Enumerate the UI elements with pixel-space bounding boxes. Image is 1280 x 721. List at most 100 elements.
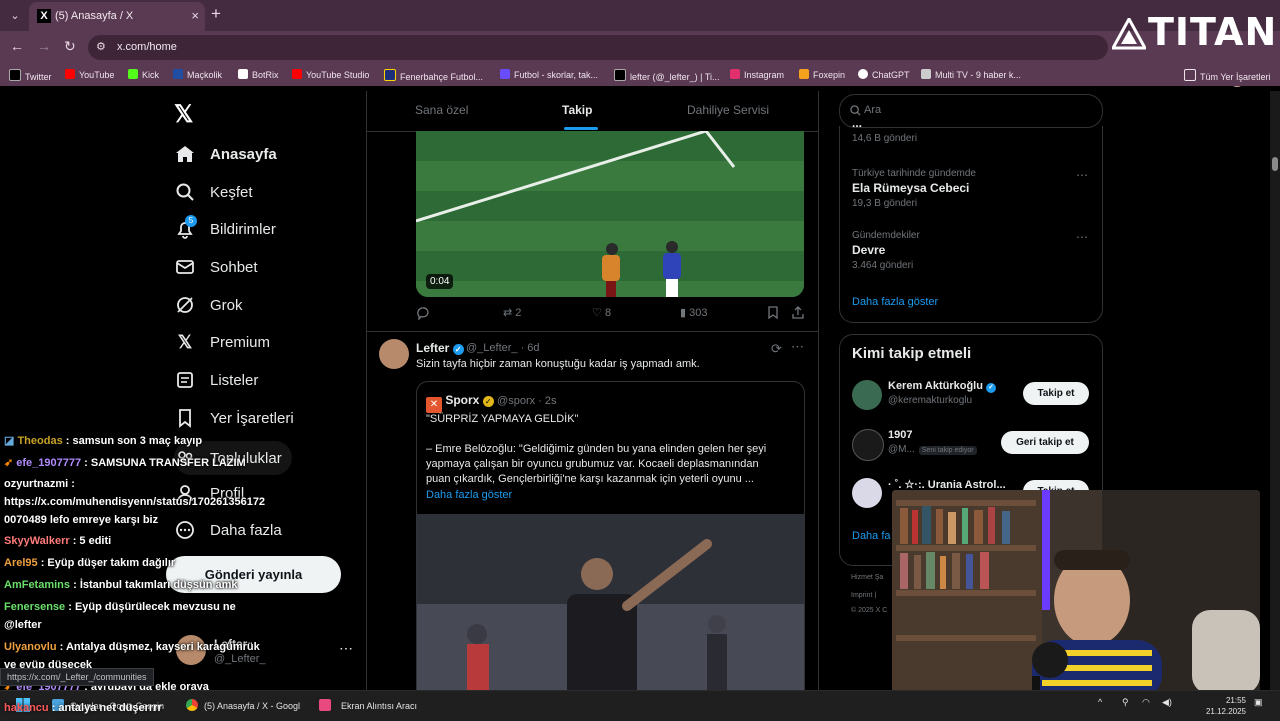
trends-panel: ... 14,6 B gönderi Türkiye tarihinde gün… (839, 122, 1103, 323)
bookmark-item[interactable]: ChatGPT (858, 69, 910, 80)
chat-text: antalya net düşerrrr (58, 702, 162, 714)
tab-close-icon[interactable]: × (191, 8, 199, 23)
bookmark-item[interactable]: lefter (@_lefter_) | Ti... (614, 69, 720, 82)
sidebar-item-label: Sohbet (210, 258, 258, 276)
show-more-link[interactable]: Daha fa (852, 530, 891, 542)
show-more-link[interactable]: Daha fazla göster (852, 296, 938, 308)
tab-following[interactable]: Takip (562, 103, 592, 117)
chat-username: Theodas (17, 435, 63, 447)
footer-link[interactable]: Imprint | (851, 592, 876, 599)
x-logo-icon[interactable]: 𝕏 (174, 100, 193, 129)
bookmark-item[interactable]: Fenerbahçe Futbol... (384, 69, 483, 82)
address-bar[interactable]: ⚙ x.com/home (88, 35, 1108, 60)
sidebar-item-chat[interactable]: Sohbet (174, 253, 258, 281)
sporx-logo-icon: ✕ (426, 397, 442, 413)
gold-verified-icon: ✓ (482, 396, 494, 407)
sidebar-item-grok[interactable]: Grok (174, 291, 243, 319)
follow-button[interactable]: Takip et (1023, 382, 1089, 405)
chat-message: ◪ Theodas : samsun son 3 maç kayıp (4, 435, 203, 447)
repost-button[interactable]: ⇄ 2 (503, 306, 521, 319)
link-status-bar: https://x.com/_Lefter_/communities (0, 668, 154, 686)
sidebar-item-notifications[interactable]: 5 Bildirimler (174, 215, 276, 243)
grok-icon[interactable]: ⟳ (771, 341, 782, 357)
browser-tab[interactable]: X (5) Anasayfa / X × (29, 2, 205, 31)
wifi-icon[interactable]: ◠ (1142, 697, 1150, 708)
bookmark-item[interactable]: Instagram (730, 69, 784, 80)
footer-link[interactable]: Hizmet Şa (851, 574, 883, 581)
more-icon[interactable]: ⋯ (791, 339, 804, 355)
sidebar-item-premium[interactable]: 𝕏 Premium (174, 328, 270, 356)
trend-item[interactable]: Türkiye tarihinde gündemde Ela Rümeysa C… (852, 168, 976, 209)
tab-custom-list[interactable]: Dahiliye Servisi (687, 103, 769, 117)
reload-icon[interactable]: ↻ (64, 38, 76, 55)
post-author-handle[interactable]: @_Lefter_ · 6d (466, 342, 540, 354)
views-button[interactable]: ▮ 303 (680, 306, 707, 319)
notifications-icon[interactable]: ▣ (1254, 697, 1263, 708)
like-button[interactable]: ♡ 8 (592, 306, 611, 319)
view-count: 303 (689, 307, 708, 319)
video-player[interactable]: 0:04 (416, 131, 804, 297)
tray-chevron-icon[interactable]: ^ (1098, 697, 1102, 707)
page-scrollbar[interactable] (1270, 91, 1280, 691)
search-icon (174, 181, 196, 203)
trend-item[interactable]: Gündemdekiler Devre 3.464 gönderi (852, 230, 920, 271)
x-premium-icon: 𝕏 (177, 331, 193, 352)
chat-message: hakancu : antalya net düşerrrr (4, 702, 162, 714)
suggestion-name: Kerem Aktürkoğlu ✓ (888, 380, 997, 393)
overlay-brand: TITAN (1148, 10, 1278, 54)
network-icon[interactable]: ⚲ (1122, 697, 1129, 708)
post-author-name[interactable]: Lefter ✓ (416, 341, 464, 355)
show-more-link[interactable]: Daha fazla göster (426, 489, 512, 501)
scrollbar-thumb[interactable] (1272, 157, 1278, 171)
sidebar-item-label: Keşfet (210, 183, 253, 201)
tab-search-chevron-icon[interactable]: ⌄ (5, 6, 25, 26)
chat-message: ➶ efe_1907777 : SAMSUNA TRANSFER LAZIM (4, 457, 246, 469)
bookmark-item[interactable]: Futbol - skorlar, tak... (500, 69, 598, 80)
more-icon[interactable]: ⋯ (1076, 168, 1089, 182)
trend-item[interactable]: ... 14,6 B gönderi (852, 120, 917, 144)
more-icon[interactable]: ⋯ (1076, 230, 1089, 244)
bookmark-item[interactable]: BotRix (238, 69, 279, 80)
chat-message: Ulyanovlu : Antalya düşmez, kayseri kara… (4, 641, 260, 653)
follows-you-badge: Seni takip ediyor (918, 446, 977, 455)
bookmark-icon[interactable] (767, 306, 779, 322)
follow-back-button[interactable]: Geri takip et (1001, 431, 1089, 454)
chat-username: efe_1907777 (16, 457, 82, 469)
bookmark-item[interactable]: YouTube (65, 69, 114, 80)
quoted-post[interactable]: ✕ Sporx ✓ @sporx · 2s "SÜRPRİZ YAPMAYA G… (416, 381, 805, 703)
bookmark-item[interactable]: Foxepin (799, 69, 845, 80)
quoted-post-header: ✕ Sporx ✓ @sporx · 2s (426, 393, 557, 413)
share-icon[interactable] (792, 306, 804, 322)
bookmark-item[interactable]: YouTube Studio (292, 69, 369, 80)
taskbar-item[interactable]: (5) Anasayfa / X - Googl (186, 699, 300, 711)
taskbar-item[interactable]: Ekran Alıntısı Aracı (319, 699, 417, 711)
all-bookmarks[interactable]: Tüm Yer İşaretleri (1184, 69, 1271, 82)
chat-message: Fenersense : Eyüp düşürülecek mevzusu ne (4, 601, 236, 613)
tab-for-you[interactable]: Sana özel (415, 103, 468, 117)
new-tab-button[interactable]: + (211, 4, 221, 24)
reply-icon[interactable] (416, 306, 430, 323)
forward-arrow-icon[interactable]: → (37, 38, 51, 54)
sidebar-item-lists[interactable]: Listeler (174, 366, 258, 394)
bookmark-item[interactable]: Kick (128, 69, 159, 80)
bookmark-favicon-icon (292, 69, 302, 79)
repost-icon: ⇄ (503, 307, 513, 319)
verified-badge-icon: ✓ (986, 383, 997, 393)
sidebar-item-bookmarks[interactable]: Yer İşaretleri (174, 404, 294, 432)
trend-count: 3.464 gönderi (852, 260, 914, 271)
sidebar-item-home[interactable]: Anasayfa (174, 140, 277, 168)
heart-icon: ♡ (592, 307, 602, 319)
site-info-icon[interactable]: ⚙ (96, 40, 106, 53)
quoted-post-image[interactable] (417, 514, 804, 702)
back-arrow-icon[interactable]: ← (10, 38, 24, 54)
bookmark-item[interactable]: Twitter (9, 69, 52, 82)
bookmark-item[interactable]: Multi TV - 9 haber k... (921, 69, 1021, 80)
bookmark-favicon-icon (128, 69, 138, 79)
browser-tab-strip: ⌄ X (5) Anasayfa / X × + (0, 0, 1280, 31)
sidebar-item-explore[interactable]: Keşfet (174, 178, 253, 206)
home-icon (174, 143, 196, 165)
bookmark-item[interactable]: Maçkolik (173, 69, 222, 80)
volume-icon[interactable]: ◀) (1162, 697, 1172, 708)
avatar[interactable] (379, 339, 409, 369)
system-clock[interactable]: 21:55 21.12.2025 (1202, 695, 1246, 717)
